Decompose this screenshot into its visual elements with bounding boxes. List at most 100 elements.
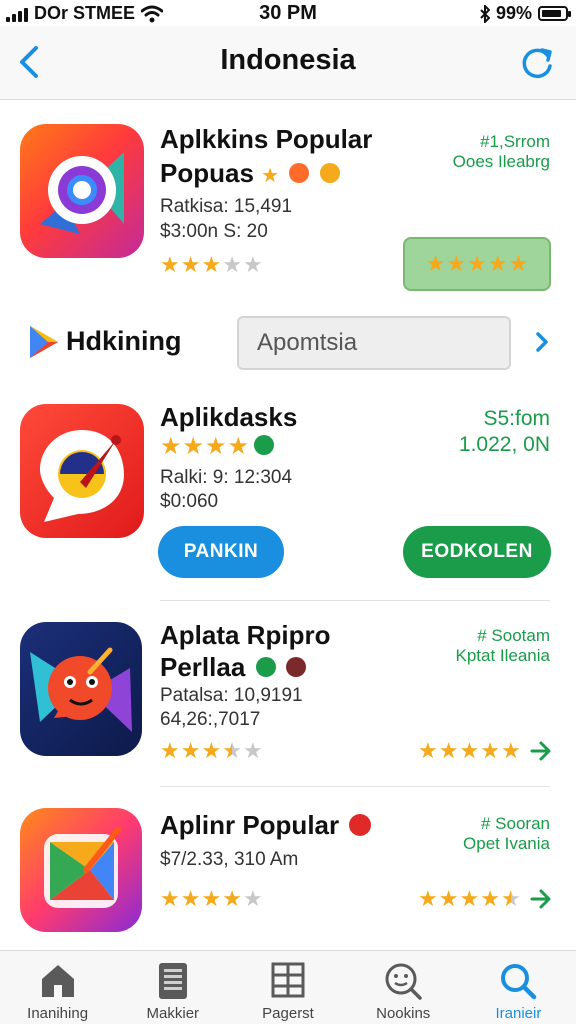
app-icon-2[interactable]	[20, 404, 144, 538]
star-icon: ★	[160, 252, 180, 277]
app-title-2: Aplikdasks	[160, 402, 298, 432]
play-store-icon	[30, 326, 58, 358]
tab-label: Inanihing	[27, 1005, 89, 1022]
install-arrow-icon[interactable]	[528, 738, 552, 764]
star-icon: ★	[438, 738, 459, 763]
divider	[160, 786, 550, 787]
rate-button-stars: ★ ★ ★ ★ ★	[426, 253, 529, 275]
rate-button[interactable]: ★ ★ ★ ★ ★	[403, 237, 551, 291]
search-row: Hdkining Apomtsia	[0, 310, 576, 378]
star-icon: ★	[500, 886, 521, 911]
star-icon: ★	[222, 886, 242, 911]
app-subtitle-text: Perllaa	[160, 652, 246, 682]
award-badge-icon	[319, 163, 340, 184]
tab-pages[interactable]: Pagerst	[230, 951, 345, 1024]
app-right-info-4: # Sooran Opet Ivania	[463, 814, 550, 854]
star-icon: ★	[227, 433, 250, 460]
star-icon: ★	[180, 252, 201, 277]
download-button[interactable]: EODKOLEN	[403, 526, 551, 578]
app-right-line2: Kptat Ileania	[455, 646, 550, 665]
tab-bookings[interactable]: Nookins	[346, 951, 461, 1024]
star-icon: ★	[446, 251, 467, 276]
tab-label: Makkier	[146, 1005, 200, 1022]
star-icon: ★	[205, 433, 227, 460]
tab-search[interactable]: Iranieir	[461, 951, 576, 1024]
app-right-info-3: # Sootam Kptat Ileania	[455, 626, 550, 666]
verified-badge-icon	[255, 657, 276, 678]
star-icon: ★	[160, 886, 180, 911]
star-icon: ★	[180, 738, 201, 763]
star-icon: ★	[467, 251, 487, 276]
chevron-right-icon[interactable]	[534, 328, 552, 356]
app-title-text: Aplinr Popular	[160, 810, 340, 840]
app-icon-4[interactable]	[20, 808, 142, 932]
app-logo-icon	[44, 827, 121, 908]
app-subtitle-3: Perllaa	[160, 652, 306, 683]
tab-label: Nookins	[376, 1005, 431, 1022]
app-card-4[interactable]: Aplinr Popular $7/2.33, 310 Am ★ ★ ★ ★ ★ # S…	[0, 788, 576, 938]
star-icon: ★	[418, 738, 438, 763]
app-icon-1[interactable]	[20, 124, 144, 258]
install-arrow-icon[interactable]	[528, 886, 552, 912]
search-input[interactable]: Apomtsia	[237, 316, 511, 370]
app-title-4: Aplinr Popular	[160, 810, 372, 841]
flame-badge-icon	[289, 163, 310, 184]
app-logo-icon	[40, 152, 124, 234]
app-logo-icon	[40, 430, 124, 522]
status-right: 99%	[480, 3, 571, 24]
star-icon: ★	[160, 738, 180, 763]
app-card-3[interactable]: Aplata Rpipro Perllaa Patalsa: 10,9191 6…	[0, 602, 576, 787]
star-icon: ★	[425, 251, 446, 276]
rank-button[interactable]: PANKIN	[158, 526, 284, 578]
battery-fill	[542, 10, 561, 17]
search-icon	[501, 964, 537, 1000]
app-meta-2b: $0:060	[160, 491, 219, 512]
search-label: Hdkining	[66, 326, 182, 356]
tab-bar: Inanihing Makkier Pagerst Nookins Iranie…	[0, 950, 576, 1024]
rating-stars: ★ ★ ★ ★ ★	[160, 254, 263, 276]
star-icon: ★	[459, 738, 480, 763]
rating-stars: ★ ★ ★ ★	[160, 433, 250, 460]
tab-market[interactable]: Makkier	[115, 951, 230, 1024]
app-meta-1b: $3:00n S: 20	[160, 221, 268, 242]
star-icon: ★	[487, 251, 508, 276]
battery-percent: 99%	[495, 3, 532, 23]
app-title-3: Aplata Rpipro	[160, 620, 331, 650]
app-right-line1: #1,Srrom	[480, 132, 550, 151]
face-search-icon	[385, 963, 422, 1000]
app-icon-3[interactable]	[20, 622, 142, 756]
status-bar: DOr STMEE 30 PM 99%	[0, 0, 576, 26]
app-right-info-2: S5:fom 1.022, 0N	[459, 406, 550, 458]
star-icon: ★	[222, 252, 242, 277]
bluetooth-icon	[480, 4, 490, 23]
tab-home[interactable]: Inanihing	[0, 951, 115, 1024]
star-icon: ★	[500, 738, 521, 763]
star-icon: ★	[201, 886, 222, 911]
refresh-icon[interactable]	[518, 44, 556, 82]
award-badge-icon	[285, 657, 306, 678]
app-card-1[interactable]: Aplkkins Popular Popuas ★ Ratkisa: 15,49…	[0, 100, 576, 310]
app-title-1: Aplkkins Popular	[160, 124, 373, 154]
app-subtitle-1: Popuas ★	[160, 158, 340, 192]
star-icon: ★	[438, 886, 459, 911]
nav-bar: Indonesia	[0, 26, 576, 100]
star-icon: ★	[222, 738, 242, 763]
app-logo-icon	[30, 647, 132, 732]
app-meta-3b: 64,26:,7017	[160, 709, 261, 730]
star-icon: ★	[242, 738, 263, 763]
tab-label: Iranieir	[495, 1005, 542, 1022]
star-icon: ★	[480, 738, 500, 763]
app-right-line2: Opet Ivania	[463, 834, 550, 853]
star-icon: ★	[459, 886, 480, 911]
home-icon	[41, 965, 74, 997]
app-right-line2: 1.022, 0N	[458, 433, 550, 456]
divider	[160, 600, 550, 601]
app-card-2[interactable]: Aplikdasks ★ ★ ★ ★ Ralki: 9: 12:304 $0:060 …	[0, 380, 576, 601]
star-icon: ★	[418, 886, 438, 911]
rating-stars: ★ ★ ★ ★ ★	[160, 740, 263, 762]
app-meta-4a: $7/2.33, 310 Am	[160, 849, 299, 870]
right-rating-stars: ★ ★ ★ ★ ★	[418, 888, 521, 910]
app-right-info-1: #1,Srrom Ooes Ileabrg	[453, 132, 550, 172]
app-subtitle-text: Popuas	[160, 158, 254, 188]
star-icon: ★	[182, 433, 205, 460]
